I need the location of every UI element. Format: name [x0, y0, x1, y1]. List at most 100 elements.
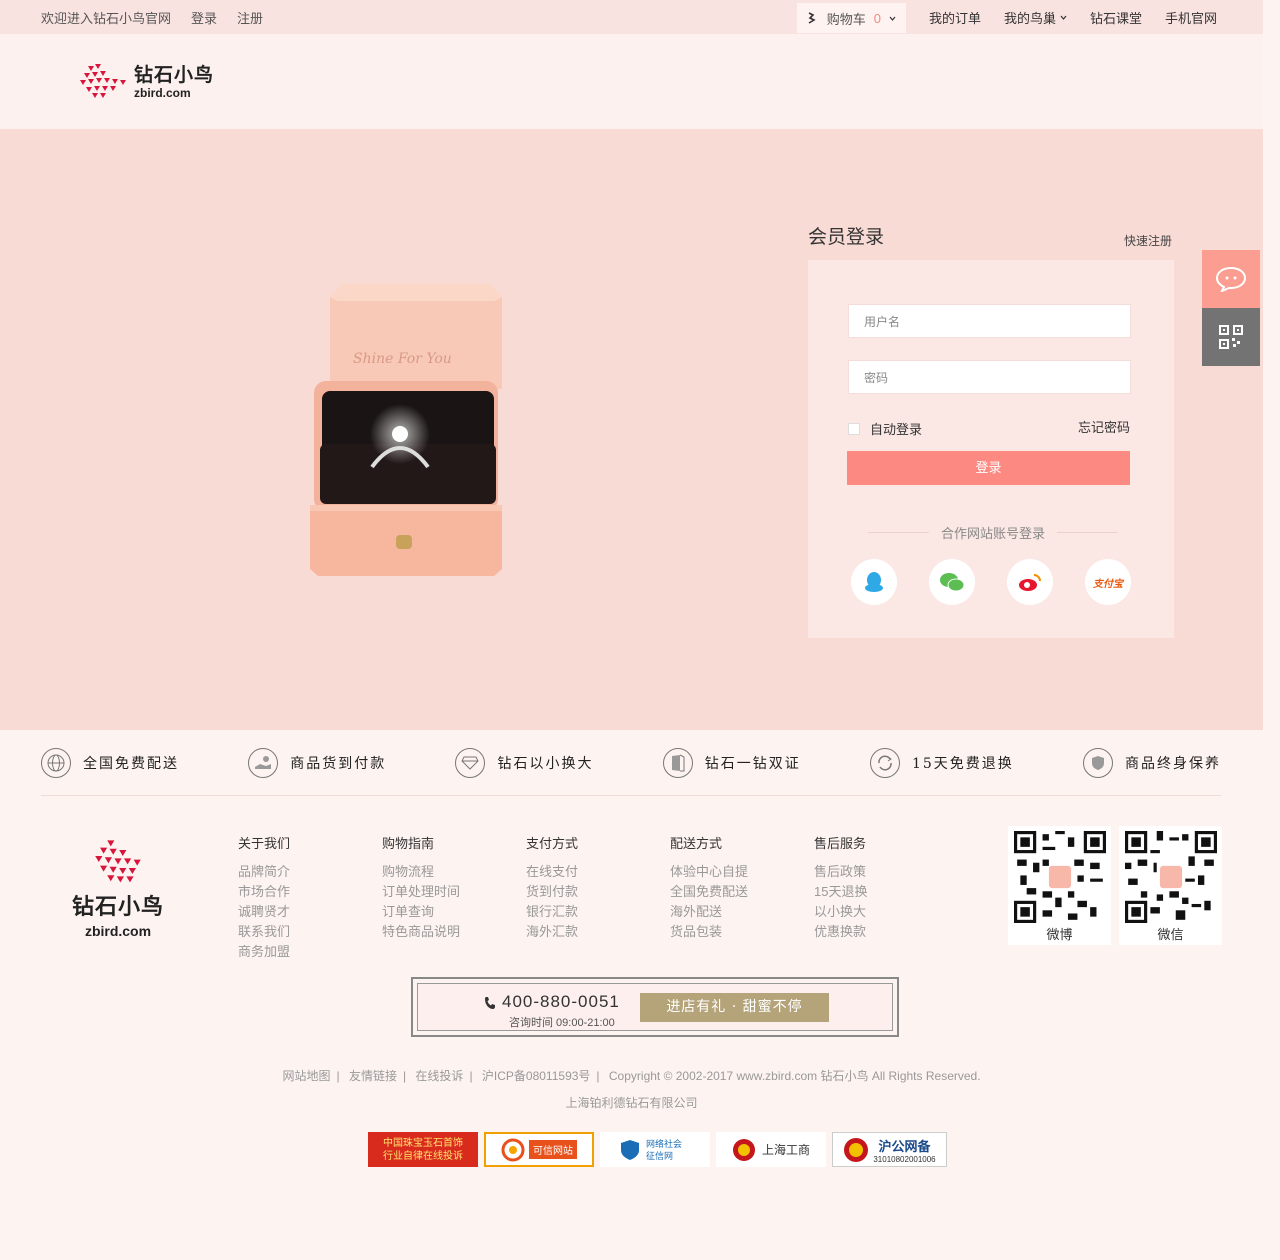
footer-column-about: 关于我们 品牌简介 市场合作 诚聘贤才 联系我们 商务加盟: [238, 833, 290, 962]
sitemap-link[interactable]: 网站地图: [282, 1069, 330, 1083]
chat-bubble-icon: [1215, 266, 1247, 292]
login-link[interactable]: 登录: [191, 8, 217, 27]
cart-label: 购物车: [826, 11, 866, 27]
police-record-number: 31010802001006: [873, 1154, 936, 1164]
weibo-icon: [1019, 574, 1041, 591]
forgot-password-link[interactable]: 忘记密码: [1078, 417, 1130, 436]
welcome-text: 欢迎进入钻石小鸟官网: [41, 11, 172, 26]
police-record-badge[interactable]: 沪公网备 31010802001006: [832, 1132, 947, 1167]
feature-label: 商品终身保养: [1125, 755, 1221, 772]
footer-link[interactable]: 优惠换款: [814, 922, 867, 942]
qrcode-button[interactable]: [1202, 308, 1260, 366]
footer-column-aftersale: 售后服务 售后政策 15天退换 以小换大 优惠换款: [814, 833, 867, 942]
credit-net-badge[interactable]: 网络社会征信网: [600, 1132, 710, 1167]
footer-link[interactable]: 品牌简介: [238, 862, 290, 882]
copyright-text: Copyright © 2002-2017 www.zbird.com 钻石小鸟…: [608, 1069, 981, 1083]
complaint-link[interactable]: 在线投诉: [415, 1069, 463, 1083]
cash-icon: [248, 747, 279, 778]
footer-column-title: 购物指南: [382, 836, 435, 851]
trusted-site-badge[interactable]: 可信网站: [484, 1132, 594, 1167]
footer-link[interactable]: 订单处理时间: [382, 882, 460, 902]
footer-column-title: 支付方式: [526, 836, 579, 851]
site-logo[interactable]: 钻石小鸟 zbird.com: [78, 62, 214, 102]
hotline-number: 400-880-0051: [502, 992, 620, 1011]
feature-label: 钻石以小换大: [497, 755, 594, 772]
footer-column-payment: 支付方式 在线支付 货到付款 银行汇款 海外汇款: [526, 833, 578, 942]
shanghai-aic-badge[interactable]: 上海工商: [716, 1132, 826, 1167]
feature-item: 商品货到付款: [248, 747, 387, 778]
footer-link[interactable]: 诚聘贤才: [238, 902, 290, 922]
footer-link[interactable]: 在线支付: [526, 862, 578, 882]
footer-link[interactable]: 货品包装: [670, 922, 748, 942]
refresh-icon: [869, 747, 900, 778]
footer-link[interactable]: 海外配送: [670, 902, 748, 922]
footer-link[interactable]: 海外汇款: [526, 922, 578, 942]
diamond-class-link[interactable]: 钻石课堂: [1090, 8, 1142, 27]
feature-item: 商品终身保养: [1083, 747, 1221, 778]
footer-link[interactable]: 以小换大: [814, 902, 867, 922]
hotline-banner[interactable]: 400-880-0051 咨询时间 09:00-21:00 进店有礼 · 甜蜜不…: [411, 977, 899, 1037]
wechat-login-button[interactable]: [929, 559, 975, 605]
login-title: 会员登录: [808, 227, 885, 248]
footer-logo-cn: 钻石小鸟: [72, 894, 165, 919]
password-input[interactable]: 密码: [848, 360, 1131, 394]
quick-register-link[interactable]: 快速注册: [1124, 232, 1172, 249]
qq-login-button[interactable]: [851, 559, 897, 605]
online-chat-button[interactable]: [1202, 250, 1260, 308]
ring-box-image: Shine For You: [310, 284, 502, 576]
feature-item: 15天免费退换: [869, 747, 1014, 778]
diamond-icon: [455, 747, 486, 778]
footer-link[interactable]: 联系我们: [238, 922, 290, 942]
weibo-login-button[interactable]: [1007, 559, 1053, 605]
feature-strip: 全国免费配送 商品货到付款 钻石以小换大 钻石一钻双证 15天免费退换 商品终身…: [41, 730, 1221, 796]
checkbox-box[interactable]: [848, 422, 860, 435]
auto-login-label: 自动登录: [870, 422, 923, 437]
footer-link[interactable]: 订单查询: [382, 902, 460, 922]
footer-link[interactable]: 15天退换: [814, 882, 867, 902]
footer-link[interactable]: 售后政策: [814, 862, 867, 882]
phone-icon: [485, 997, 495, 1009]
qrcode-label: 微信: [1157, 927, 1184, 942]
footer-link[interactable]: 银行汇款: [526, 902, 578, 922]
feature-item: 钻石一钻双证: [662, 747, 801, 778]
jewelry-industry-badge[interactable]: 中国珠宝玉石首饰行业自律在线投诉: [368, 1132, 478, 1167]
gift-banner-text: 进店有礼 · 甜蜜不停: [640, 993, 829, 1022]
police-emblem-icon: [844, 1137, 869, 1162]
cart-button[interactable]: 购物车 0: [796, 3, 906, 33]
chevron-down-icon: [889, 16, 896, 21]
footer-column-delivery: 配送方式 体验中心自提 全国免费配送 海外配送 货品包装: [670, 833, 748, 942]
footer-column-guide: 购物指南 购物流程 订单处理时间 订单查询 特色商品说明: [382, 833, 460, 942]
trusted-site-label: 可信网站: [529, 1140, 577, 1159]
certificate-icon: [662, 747, 693, 778]
shanghai-aic-label: 上海工商: [761, 1143, 810, 1157]
national-emblem-icon: [732, 1138, 755, 1161]
shield-icon: [621, 1139, 639, 1160]
qrcode-label: 微博: [1046, 927, 1073, 942]
footer-link[interactable]: 全国免费配送: [670, 882, 748, 902]
feature-label: 全国免费配送: [83, 755, 179, 772]
feature-label: 钻石一钻双证: [704, 755, 801, 772]
wechat-qrcode: 微信: [1119, 826, 1222, 945]
footer-link[interactable]: 市场合作: [238, 882, 290, 902]
register-link[interactable]: 注册: [237, 8, 263, 27]
my-nest-menu[interactable]: 我的鸟巢: [1004, 8, 1067, 27]
feature-label: 商品货到付款: [290, 755, 387, 772]
icp-link[interactable]: 沪ICP备08011593号: [482, 1069, 591, 1083]
header: 钻石小鸟 zbird.com: [0, 34, 1263, 129]
footer-link[interactable]: 货到付款: [526, 882, 578, 902]
globe-icon: [41, 747, 71, 778]
wechat-icon: [940, 573, 965, 592]
username-input[interactable]: 用户名: [848, 304, 1131, 338]
footer-link[interactable]: 体验中心自提: [670, 862, 748, 882]
my-orders-link[interactable]: 我的订单: [929, 8, 981, 27]
auto-login-checkbox[interactable]: 自动登录: [848, 419, 922, 438]
friend-links-link[interactable]: 友情链接: [349, 1069, 397, 1083]
mobile-site-link[interactable]: 手机官网: [1165, 8, 1217, 27]
footer-link[interactable]: 特色商品说明: [382, 922, 460, 942]
footer-link[interactable]: 购物流程: [382, 862, 460, 882]
bird-logo-icon: [95, 840, 141, 883]
alipay-login-button[interactable]: 支付宝: [1085, 559, 1131, 605]
login-button[interactable]: 登录: [847, 451, 1130, 485]
credit-net-label: 网络社会征信网: [646, 1138, 683, 1161]
footer-link[interactable]: 商务加盟: [238, 942, 290, 962]
